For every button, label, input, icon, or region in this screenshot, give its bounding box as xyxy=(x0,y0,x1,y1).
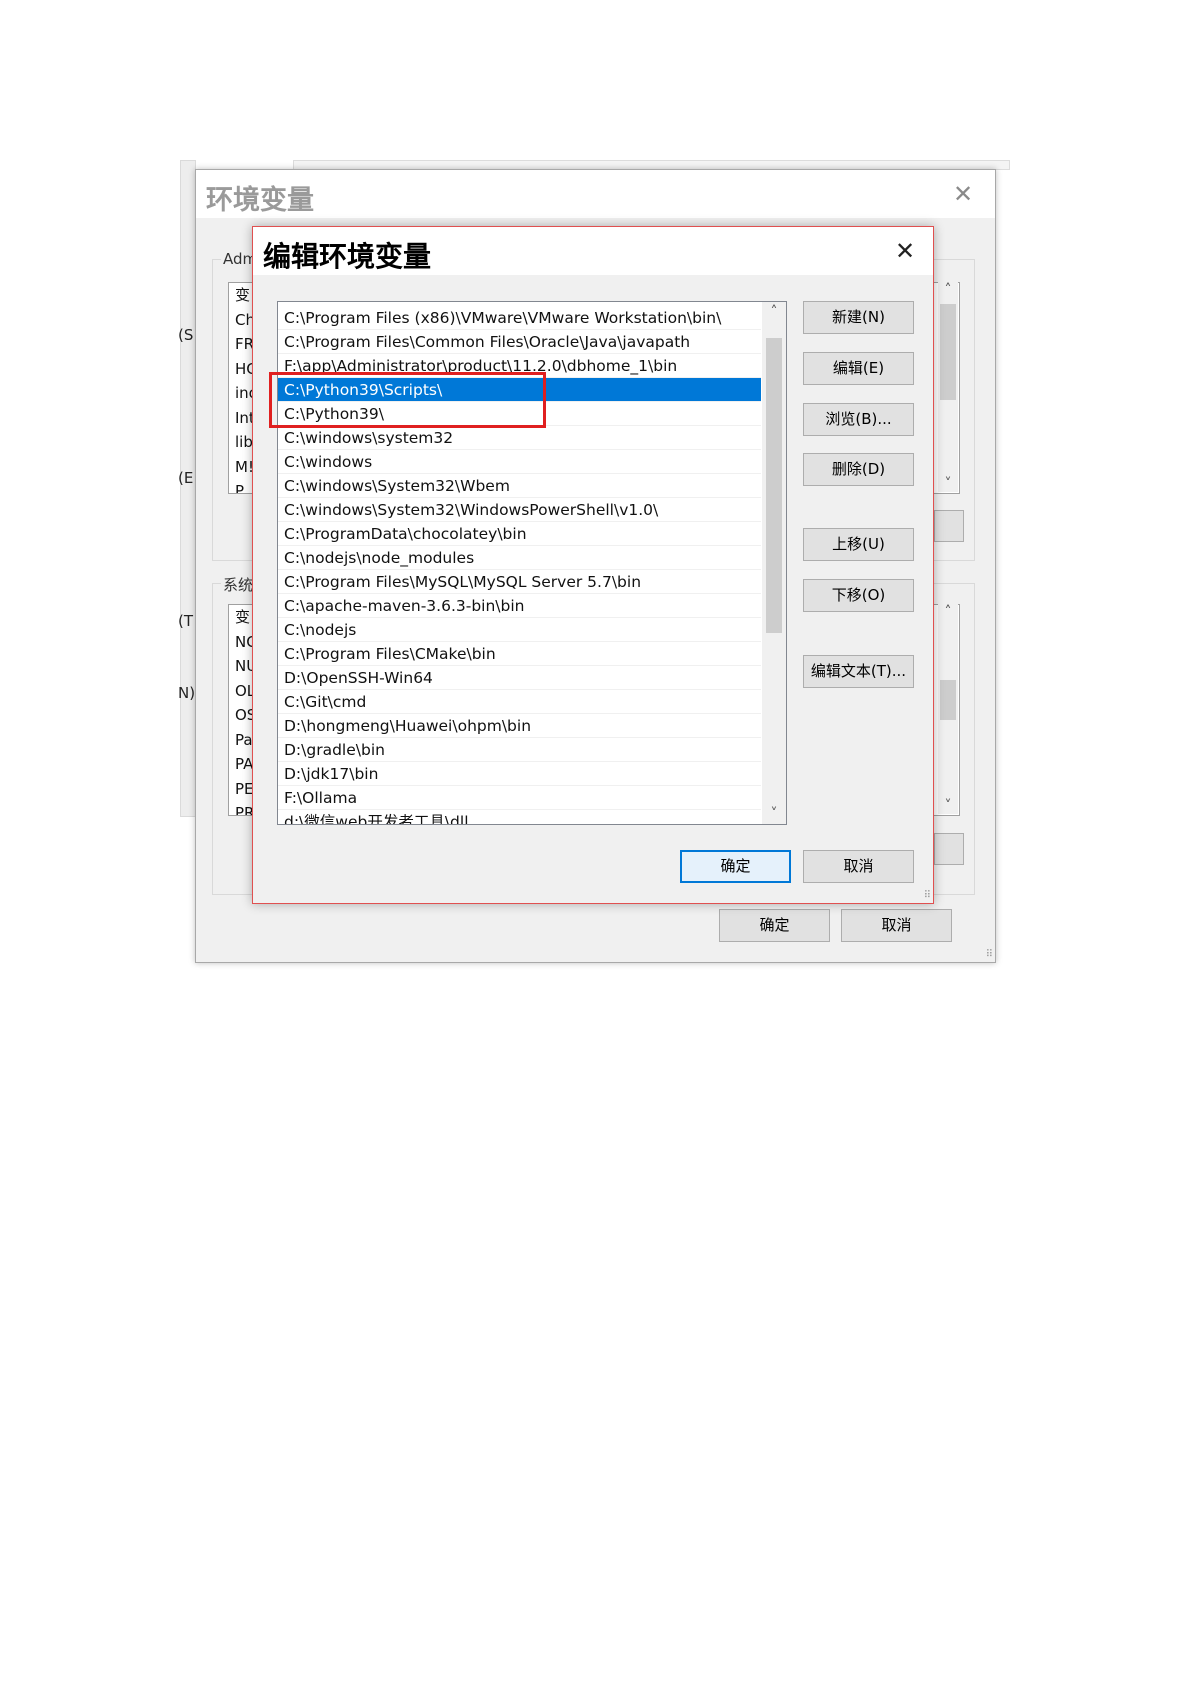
scroll-up-icon[interactable]: ˄ xyxy=(938,282,958,298)
background-window-left xyxy=(180,160,196,817)
path-list-scrollbar[interactable]: ˄ ˅ xyxy=(762,302,786,824)
edit-titlebar: 编辑环境变量 ✕ xyxy=(253,227,933,275)
edit-text-button[interactable]: 编辑文本(T)... xyxy=(803,655,914,688)
system-list-scrollbar[interactable]: ˄ ˅ xyxy=(938,604,958,814)
delete-button[interactable]: 删除(D) xyxy=(803,453,914,486)
path-row[interactable]: C:\Program Files\CMake\bin xyxy=(278,642,761,666)
path-row[interactable]: C:\windows\System32\WindowsPowerShell\v1… xyxy=(278,498,761,522)
new-button[interactable]: 新建(N) xyxy=(803,301,914,334)
path-row[interactable]: C:\nodejs\node_modules xyxy=(278,546,761,570)
path-row[interactable]: C:\windows\System32\Wbem xyxy=(278,474,761,498)
path-row[interactable]: C:\Git\cmd xyxy=(278,690,761,714)
edit-text-label: 编辑文本(T)... xyxy=(810,662,907,680)
new-label: 新建(N) xyxy=(832,308,885,326)
outer-user-button-fragment[interactable] xyxy=(934,510,964,542)
background-label: (S xyxy=(178,326,194,344)
edit-environment-variable-dialog: 编辑环境变量 ✕ C:\Program Files (x86)\VMware\V… xyxy=(252,226,934,904)
ok-button[interactable]: 确定 xyxy=(680,850,791,883)
scroll-down-icon[interactable]: ˅ xyxy=(938,798,958,814)
path-row[interactable]: C:\apache-maven-3.6.3-bin\bin xyxy=(278,594,761,618)
scroll-up-icon[interactable]: ˄ xyxy=(762,304,786,320)
scroll-thumb[interactable] xyxy=(766,338,782,633)
delete-label: 删除(D) xyxy=(831,460,886,478)
outer-dialog-title: 环境变量 xyxy=(206,185,314,216)
scroll-thumb[interactable] xyxy=(940,680,956,720)
highlight-annotation-box xyxy=(269,372,546,428)
path-row[interactable]: D:\OpenSSH-Win64 xyxy=(278,666,761,690)
edit-label: 编辑(E) xyxy=(832,359,885,377)
move-down-button[interactable]: 下移(O) xyxy=(803,579,914,612)
path-row[interactable]: D:\jdk17\bin xyxy=(278,762,761,786)
background-label: (T xyxy=(178,612,194,630)
resize-grip-icon[interactable]: ⠿ xyxy=(986,949,993,960)
path-row[interactable]: C:\Program Files\MySQL\MySQL Server 5.7\… xyxy=(278,570,761,594)
browse-label: 浏览(B)... xyxy=(825,410,892,428)
edit-dialog-title: 编辑环境变量 xyxy=(263,240,432,273)
outer-cancel-label: 取消 xyxy=(881,916,912,934)
close-icon[interactable]: ✕ xyxy=(895,237,915,265)
outer-cancel-button[interactable]: 取消 xyxy=(841,909,952,942)
path-row[interactable]: D:\hongmeng\Huawei\ohpm\bin xyxy=(278,714,761,738)
outer-system-button-fragment[interactable] xyxy=(934,833,964,865)
move-up-label: 上移(U) xyxy=(832,535,885,553)
background-label: N) xyxy=(178,684,196,702)
outer-ok-button[interactable]: 确定 xyxy=(719,909,830,942)
path-row[interactable]: C:\Program Files (x86)\VMware\VMware Wor… xyxy=(278,306,761,330)
path-row[interactable]: D:\gradle\bin xyxy=(278,738,761,762)
user-list-scrollbar[interactable]: ˄ ˅ xyxy=(938,282,958,492)
scroll-down-icon[interactable]: ˅ xyxy=(938,476,958,492)
path-row[interactable]: F:\Ollama xyxy=(278,786,761,810)
ok-label: 确定 xyxy=(720,857,751,875)
outer-ok-label: 确定 xyxy=(759,916,790,934)
move-up-button[interactable]: 上移(U) xyxy=(803,528,914,561)
outer-close-icon[interactable]: ✕ xyxy=(953,180,973,208)
scroll-up-icon[interactable]: ˄ xyxy=(938,604,958,620)
scroll-thumb[interactable] xyxy=(940,304,956,400)
cancel-button[interactable]: 取消 xyxy=(803,850,914,883)
path-row[interactable]: C:\windows\system32 xyxy=(278,426,761,450)
path-row[interactable]: C:\Program Files\Common Files\Oracle\Jav… xyxy=(278,330,761,354)
move-down-label: 下移(O) xyxy=(831,586,886,604)
system-variables-label: 系统 xyxy=(221,574,256,595)
background-label: (E xyxy=(178,469,194,487)
browse-button[interactable]: 浏览(B)... xyxy=(803,403,914,436)
resize-grip-icon[interactable]: ⠿ xyxy=(924,890,931,901)
cancel-label: 取消 xyxy=(843,857,874,875)
path-row[interactable]: d:\微信web开发者工具\dll xyxy=(278,810,761,824)
path-row[interactable]: C:\ProgramData\chocolatey\bin xyxy=(278,522,761,546)
edit-button[interactable]: 编辑(E) xyxy=(803,352,914,385)
path-row[interactable]: C:\windows xyxy=(278,450,761,474)
outer-titlebar: 环境变量 ✕ xyxy=(196,170,995,218)
scroll-down-icon[interactable]: ˅ xyxy=(762,806,786,822)
path-row[interactable]: C:\nodejs xyxy=(278,618,761,642)
